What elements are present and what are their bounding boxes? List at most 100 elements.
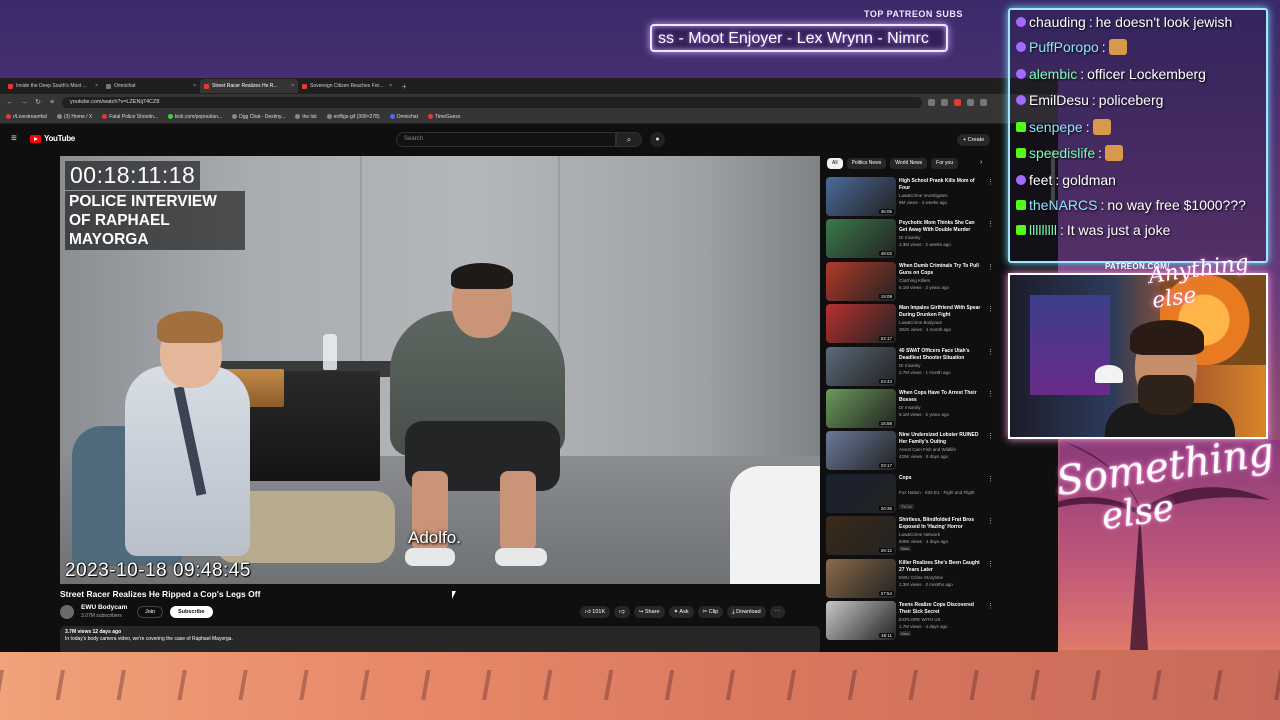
menu-icon[interactable]: ≡ [11, 133, 17, 144]
more-actions-icon[interactable]: ⋯ [769, 606, 786, 618]
recommendation-channel[interactable]: Dr Insanity [899, 235, 921, 240]
recommendation-title[interactable]: 40 SWAT Officers Face Utah's Deadliest S… [899, 348, 984, 362]
clip-button[interactable]: ✂ Clip [697, 606, 724, 618]
bookmark-item[interactable]: enffigs-gif (399×278) [326, 114, 380, 120]
more-options-icon[interactable]: ⋮ [987, 475, 994, 483]
search-button[interactable]: ⌕ [616, 132, 642, 147]
recommendation-channel[interactable]: EWU Crime Storytime [899, 575, 943, 580]
recommendation-item[interactable]: 16:58 When Cops Have To Arrest Their Bos… [826, 388, 996, 431]
browser-tab[interactable]: Omnichat × [102, 79, 200, 93]
more-options-icon[interactable]: ⋮ [987, 348, 994, 356]
share-button[interactable]: ↪ Share [633, 606, 665, 618]
youtube-logo[interactable]: YouTube [30, 134, 75, 143]
download-button[interactable]: ⤓ Download [727, 606, 766, 618]
bookmark-item[interactable]: r/Livestreamfail [6, 114, 47, 120]
video-thumbnail[interactable]: 19:08 [826, 261, 896, 301]
bookmark-star-icon[interactable] [941, 98, 948, 106]
chip-politics-news[interactable]: Politics News [846, 158, 887, 169]
video-thumbnail[interactable]: 20:35 [826, 473, 896, 513]
more-options-icon[interactable]: ⋮ [987, 220, 994, 228]
recommendation-channel[interactable]: Dr Insanity [899, 363, 921, 368]
video-thumbnail[interactable]: 27:54 [826, 558, 896, 598]
url-input[interactable]: youtube.com/watch?v=LZENij74CZ8 [62, 96, 922, 108]
chip-world-news[interactable]: World News [890, 158, 928, 169]
bookmark-item[interactable]: Fatal Police Shootin... [102, 114, 158, 120]
recommendation-title[interactable]: Killer Realizes She's Been Caught 27 Yea… [899, 560, 984, 574]
video-thumbnail[interactable]: 48:11 [826, 600, 896, 640]
more-options-icon[interactable]: ⋮ [987, 178, 994, 186]
chevron-right-icon[interactable]: › [980, 159, 982, 166]
video-player[interactable]: 00:18:11:18 POLICE INTERVIEW OF RAPHAEL … [60, 156, 820, 584]
more-options-icon[interactable]: ⋮ [987, 560, 994, 568]
profile-icon[interactable] [980, 98, 987, 106]
dislike-button[interactable]: 👎︎ [614, 606, 630, 618]
bookmark-item[interactable]: Dgg Chat - Destiny... [232, 114, 285, 120]
search-input[interactable]: Search [396, 132, 616, 147]
chip-all[interactable]: All [827, 158, 843, 169]
recommendation-title[interactable]: Teens Realize Cops Discovered Their Sick… [899, 602, 984, 616]
bookmark-item[interactable]: the list [295, 114, 317, 120]
recommendation-item[interactable]: 29:12 Shirtless, Blindfolded Frat Bros E… [826, 516, 996, 558]
video-thumbnail[interactable]: 29:12 [826, 516, 896, 556]
extension-icon[interactable] [928, 98, 935, 106]
more-options-icon[interactable]: ⋮ [987, 517, 994, 525]
create-button[interactable]: + Create [957, 134, 991, 146]
recommendation-item[interactable]: 36:05 High School Prank Kills Mom of Fou… [826, 177, 996, 219]
close-tab-icon[interactable]: × [95, 83, 98, 89]
microphone-icon[interactable]: ● [650, 132, 665, 147]
video-thumbnail[interactable]: 22:17 [826, 304, 896, 344]
recommendation-title[interactable]: High School Prank Kills Mom of Four [899, 178, 984, 192]
bookmark-item[interactable]: Omnichat [389, 114, 418, 120]
join-button[interactable]: Join [137, 606, 164, 618]
recommendation-title[interactable]: Psychotic Mom Thinks She Can Get Away Wi… [899, 220, 984, 234]
more-options-icon[interactable]: ⋮ [987, 602, 994, 610]
recommendation-title[interactable]: When Dumb Criminals Try To Pull Guns on … [899, 263, 984, 277]
ask-button[interactable]: ✦ Ask [668, 606, 694, 618]
recommendation-title[interactable]: When Cops Have To Arrest Their Bosses [899, 390, 984, 404]
recommendation-item[interactable]: 48:11 Teens Realize Cops Discovered Thei… [826, 600, 996, 643]
recommendation-title[interactable]: Shirtless, Blindfolded Frat Bros Exposed… [899, 517, 984, 531]
extension-icon[interactable] [967, 98, 974, 106]
reload-icon[interactable]: ↻ [34, 98, 42, 106]
bookmark-item[interactable]: (3) Home / X [56, 114, 92, 120]
recommendation-item[interactable]: 23:43 40 SWAT Officers Face Utah's Deadl… [826, 346, 996, 389]
channel-name[interactable]: EWU Bodycam [81, 604, 127, 611]
recommendation-title[interactable]: Nine Undersized Lobster RUINED Her Famil… [899, 432, 984, 446]
forward-icon[interactable]: → [20, 99, 28, 106]
extension-icon[interactable] [954, 98, 961, 106]
subscribe-button[interactable]: Subscribe [170, 606, 213, 618]
browser-tab[interactable]: Inside the Deep South's Most ... × [4, 79, 102, 93]
recommendation-channel[interactable]: Catching Killers [899, 278, 930, 283]
recommendation-item[interactable]: 49:03 Psychotic Mom Thinks She Can Get A… [826, 219, 996, 261]
recommendation-item[interactable]: 22:17 Man Impales Girlfriend With Spear … [826, 304, 996, 346]
channel-avatar[interactable] [60, 605, 74, 619]
recommendation-channel[interactable]: Law&Crime Network [899, 532, 940, 537]
browser-tab[interactable]: Sovereign Citizen Reaches For... × [298, 79, 396, 93]
recommendation-channel[interactable]: EXPLORE WITH US [899, 617, 941, 622]
video-thumbnail[interactable]: 23:43 [826, 346, 896, 386]
bookmark-item[interactable]: kick.com/popout/an... [167, 114, 222, 120]
chip-for-you[interactable]: For you [931, 158, 959, 169]
video-thumbnail[interactable]: 49:03 [826, 219, 896, 259]
video-thumbnail[interactable]: 23:17 [826, 431, 896, 471]
recommendation-item[interactable]: 19:08 When Dumb Criminals Try To Pull Gu… [826, 261, 996, 304]
recommendation-channel[interactable]: Dr Insanity [899, 405, 921, 410]
recommendation-item[interactable]: 23:17 Nine Undersized Lobster RUINED Her… [826, 431, 996, 473]
back-icon[interactable]: ← [6, 99, 14, 106]
video-thumbnail[interactable]: 16:58 [826, 388, 896, 428]
bookmark-item[interactable]: TimeGuess [427, 114, 460, 120]
like-button[interactable]: 👍︎ 101K [580, 606, 611, 618]
new-tab-icon[interactable]: + [402, 82, 407, 91]
video-description[interactable]: 3.7M views 12 days ago In today's body c… [60, 626, 820, 652]
browser-tab-active[interactable]: Street Racer Realizes He R... × [200, 79, 298, 93]
recommendation-channel[interactable]: Arrest Cam Fish and Wildlife [899, 447, 956, 452]
recommendation-channel[interactable]: Law&Crime Bodycam [899, 320, 942, 325]
close-tab-icon[interactable]: × [389, 83, 392, 89]
more-options-icon[interactable]: ⋮ [987, 432, 994, 440]
recommendation-channel[interactable]: Law&Crime Investigates [899, 193, 948, 198]
recommendation-item[interactable]: 27:54 Killer Realizes She's Been Caught … [826, 558, 996, 601]
tune-icon[interactable]: ≡ [48, 99, 56, 106]
video-thumbnail[interactable]: 36:05 [826, 177, 896, 216]
recommendation-title[interactable]: Cops [899, 475, 984, 482]
recommendation-title[interactable]: Man Impales Girlfriend With Spear During… [899, 305, 984, 319]
